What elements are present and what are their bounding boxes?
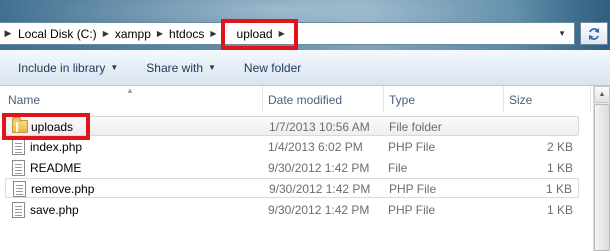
- chevron-right-icon[interactable]: ▶: [103, 29, 109, 38]
- chevron-down-icon: ▼: [110, 63, 119, 72]
- share-with-label: Share with: [146, 60, 203, 75]
- share-with-button[interactable]: Share with ▼: [146, 61, 216, 75]
- breadcrumb-label: htdocs: [169, 26, 205, 41]
- column-header-date[interactable]: Date modified: [268, 93, 342, 107]
- column-header-name[interactable]: Name: [8, 93, 40, 107]
- php-file-icon: [12, 139, 25, 155]
- file-name: README: [30, 161, 82, 175]
- list-item[interactable]: remove.php 9/30/2012 1:42 PM PHP File 1 …: [5, 178, 579, 198]
- breadcrumb-xampp[interactable]: xampp ▶: [111, 23, 165, 44]
- file-size: 1 KB: [546, 161, 573, 175]
- refresh-button[interactable]: [580, 22, 608, 45]
- scroll-thumb[interactable]: [594, 104, 610, 251]
- highlight-box-upload: [221, 19, 298, 50]
- file-type: PHP File: [389, 182, 437, 196]
- column-divider[interactable]: [383, 86, 384, 112]
- column-header-size[interactable]: Size: [509, 93, 532, 107]
- php-file-icon: [12, 202, 25, 218]
- file-icon: [12, 160, 25, 176]
- include-in-library-label: Include in library: [18, 60, 106, 75]
- chevron-right-icon[interactable]: ▶: [210, 29, 216, 38]
- list-item[interactable]: README 9/30/2012 1:42 PM File 1 KB: [5, 158, 579, 178]
- file-type: PHP File: [388, 203, 436, 217]
- file-type: File folder: [389, 120, 442, 134]
- file-type: File: [388, 161, 408, 175]
- column-divider[interactable]: [590, 86, 591, 112]
- chevron-right-icon[interactable]: ▶: [2, 28, 14, 39]
- column-divider[interactable]: [503, 86, 504, 112]
- breadcrumb-label: xampp: [114, 26, 151, 41]
- file-size: 1 KB: [546, 203, 573, 217]
- file-size: 1 KB: [545, 182, 572, 196]
- file-date: 9/30/2012 1:42 PM: [268, 203, 370, 217]
- new-folder-button[interactable]: New folder: [244, 61, 301, 75]
- new-folder-label: New folder: [243, 60, 302, 75]
- file-date: 9/30/2012 1:42 PM: [269, 182, 371, 196]
- command-toolbar: Include in library ▼ Share with ▼ New fo…: [0, 50, 610, 86]
- column-header-type[interactable]: Type: [389, 93, 415, 107]
- file-name: save.php: [30, 203, 79, 217]
- php-file-icon: [13, 181, 26, 197]
- list-item[interactable]: uploads 1/7/2013 10:56 AM File folder: [5, 116, 579, 136]
- file-date: 1/7/2013 10:56 AM: [269, 120, 370, 134]
- highlight-box-uploads: [2, 113, 90, 140]
- list-item[interactable]: index.php 1/4/2013 6:02 PM PHP File 2 KB: [5, 137, 579, 157]
- file-name: remove.php: [31, 182, 95, 196]
- file-date: 1/4/2013 6:02 PM: [268, 140, 363, 154]
- file-date: 9/30/2012 1:42 PM: [268, 161, 370, 175]
- breadcrumb-local-disk[interactable]: Local Disk (C:) ▶: [14, 23, 111, 44]
- sort-ascending-icon: ▲: [126, 86, 134, 95]
- column-divider[interactable]: [262, 86, 263, 112]
- vertical-scrollbar[interactable]: ▲: [593, 86, 610, 251]
- breadcrumb-label: Local Disk (C:): [18, 26, 97, 41]
- chevron-down-icon: ▼: [208, 63, 216, 72]
- file-size: 2 KB: [546, 140, 573, 154]
- chevron-right-icon[interactable]: ▶: [157, 29, 163, 38]
- include-in-library-button[interactable]: Include in library ▼: [18, 61, 118, 75]
- scroll-up-arrow-icon[interactable]: ▲: [594, 86, 610, 103]
- file-type: PHP File: [388, 140, 436, 154]
- file-name: index.php: [30, 140, 83, 154]
- breadcrumb-htdocs[interactable]: htdocs ▶: [165, 23, 219, 44]
- column-headers: ▲ Name Date modified Type Size: [0, 86, 610, 112]
- refresh-icon: [589, 27, 599, 40]
- chevron-down-icon[interactable]: ▼: [558, 29, 566, 38]
- list-item[interactable]: save.php 9/30/2012 1:42 PM PHP File 1 KB: [5, 200, 579, 220]
